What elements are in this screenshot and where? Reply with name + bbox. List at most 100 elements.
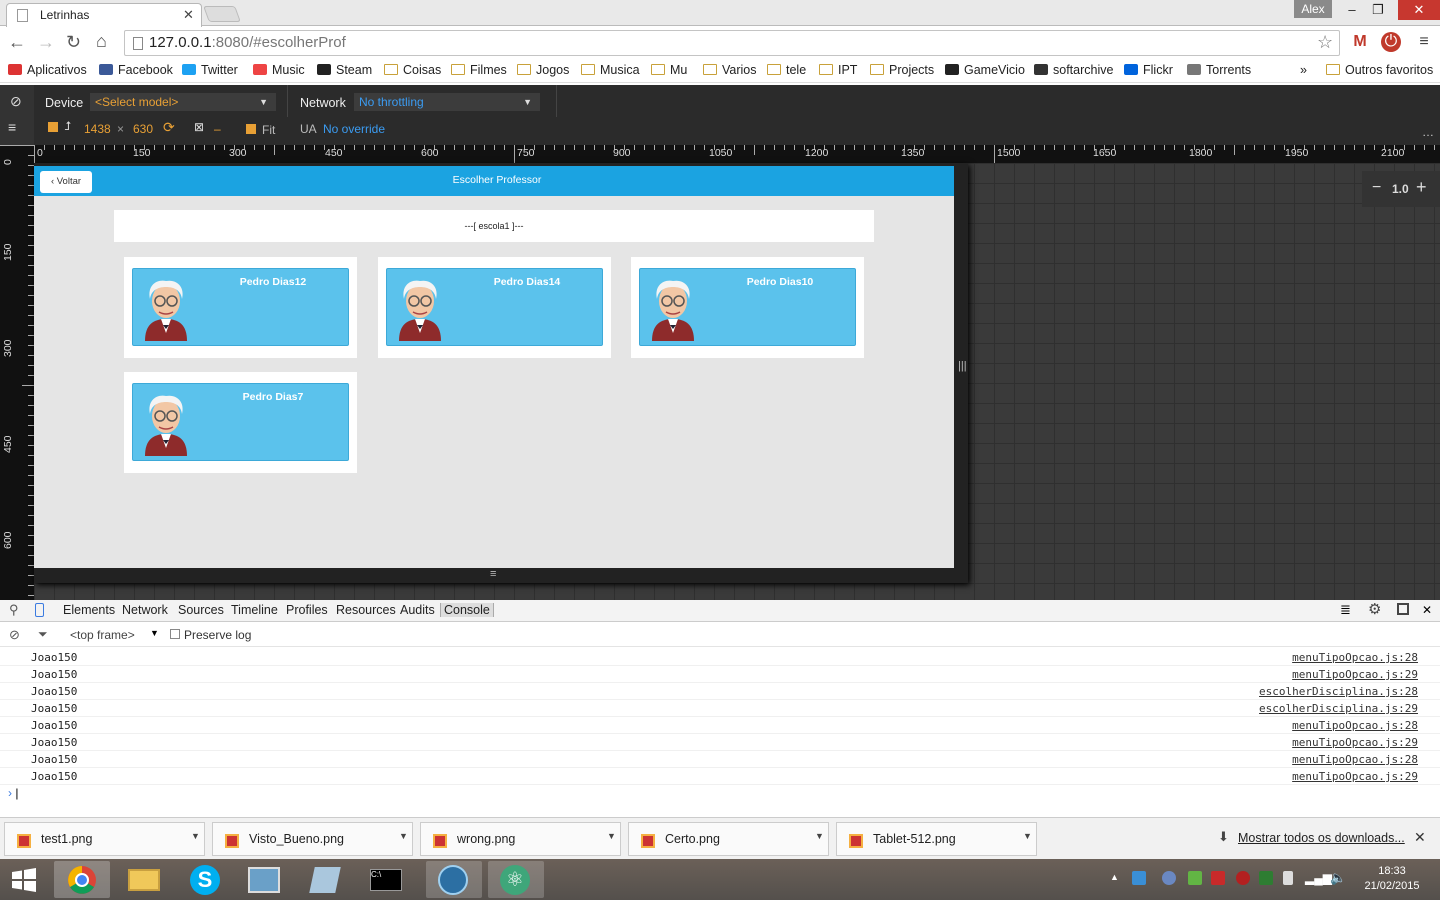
settings-gear-icon[interactable]: ⚙	[1368, 600, 1381, 618]
taskbar-chrome[interactable]	[54, 861, 110, 898]
power-extension-icon[interactable]: ⏻	[1381, 32, 1401, 52]
bookmark-filmes[interactable]: Filmes	[451, 63, 507, 77]
download-item[interactable]: Visto_Bueno.png ▼	[212, 822, 413, 856]
close-download-shelf-icon[interactable]: ✕	[1414, 829, 1426, 846]
more-options-icon[interactable]: …	[1422, 125, 1434, 139]
devtools-tab-timeline[interactable]: Timeline	[231, 603, 278, 617]
bookmark-flickr[interactable]: Flickr	[1124, 63, 1173, 77]
close-devtools-icon[interactable]: ✕	[1422, 603, 1432, 617]
bookmark-other-favorites[interactable]: Outros favoritos	[1326, 63, 1433, 77]
bookmarks-more-button[interactable]: »	[1300, 63, 1307, 77]
back-icon[interactable]: ←	[8, 32, 26, 53]
console-source-link[interactable]: menuTipoOpcao.js:28	[1292, 719, 1418, 732]
device-width-input[interactable]: 1438	[84, 122, 111, 136]
teacher-card-inner[interactable]: Pedro Dias10	[639, 268, 856, 346]
taskbar-clock[interactable]: 18:33 21/02/2015	[1360, 864, 1424, 894]
taskbar-photos[interactable]	[236, 861, 292, 898]
bookmark-twitter[interactable]: Twitter	[182, 63, 238, 77]
tray-signal-icon[interactable]: ▂▄▆	[1305, 871, 1332, 885]
clear-console-icon[interactable]: ⊘	[9, 627, 20, 643]
devtools-tab-network[interactable]: Network	[122, 603, 168, 617]
home-icon[interactable]: ⌂	[96, 31, 107, 52]
bookmark-facebook[interactable]: Facebook	[99, 63, 173, 77]
teacher-card[interactable]: Pedro Dias12	[124, 257, 357, 358]
tab-letrinhas[interactable]: Letrinhas ✕	[6, 3, 202, 27]
zoom-in-button[interactable]: +	[1416, 177, 1427, 198]
device-height-input[interactable]: 630	[133, 122, 153, 136]
bookmark-star-icon[interactable]: ☆	[1317, 32, 1333, 53]
minimize-button[interactable]: –	[1338, 0, 1366, 20]
drawer-toggle-icon[interactable]: ≣	[1340, 602, 1351, 618]
tray-expand-icon[interactable]: ▲	[1110, 872, 1119, 882]
tray-app2-icon[interactable]	[1188, 871, 1202, 885]
bookmark-aplicativos[interactable]: Aplicativos	[8, 63, 87, 77]
taskbar-atom[interactable]: ⚛	[488, 861, 544, 898]
tray-app3-icon[interactable]	[1211, 871, 1225, 885]
taskbar-cmd[interactable]: C:\	[358, 861, 414, 898]
devtools-tab-elements[interactable]: Elements	[63, 603, 115, 617]
bookmark-jogos[interactable]: Jogos	[517, 63, 569, 77]
download-item[interactable]: Certo.png ▼	[628, 822, 829, 856]
forward-icon[interactable]: →	[37, 32, 55, 53]
teacher-card-inner[interactable]: Pedro Dias7	[132, 383, 349, 461]
frame-dropdown-icon[interactable]: ▼	[150, 628, 159, 638]
download-item[interactable]: test1.png ▼	[4, 822, 205, 856]
download-item[interactable]: Tablet-512.png ▼	[836, 822, 1037, 856]
inspect-search-icon[interactable]: ⚲	[9, 602, 19, 618]
bookmark-coisas[interactable]: Coisas	[384, 63, 441, 77]
pixel-ratio-value[interactable]: –	[214, 122, 221, 136]
gmail-extension-icon[interactable]: M	[1350, 32, 1370, 52]
console-source-link[interactable]: escolherDisciplina.js:29	[1259, 702, 1418, 715]
tray-network-app-icon[interactable]	[1132, 871, 1146, 885]
menu-icon[interactable]: ≡	[1414, 32, 1434, 52]
teacher-card-inner[interactable]: Pedro Dias14	[386, 268, 603, 346]
bookmark-softarchive[interactable]: softarchive	[1034, 63, 1113, 77]
devtools-tab-audits[interactable]: Audits	[400, 603, 435, 617]
zoom-out-button[interactable]: −	[1372, 179, 1381, 197]
bookmark-mu[interactable]: Mu	[651, 63, 687, 77]
console-source-link[interactable]: menuTipoOpcao.js:29	[1292, 770, 1418, 783]
teacher-card-inner[interactable]: Pedro Dias12	[132, 268, 349, 346]
start-button[interactable]	[10, 867, 38, 893]
dock-side-icon[interactable]	[1397, 603, 1409, 615]
teacher-card[interactable]: Pedro Dias7	[124, 372, 357, 473]
bookmark-music[interactable]: Music	[253, 63, 305, 77]
bookmark-tele[interactable]: tele	[767, 63, 806, 77]
taskbar-skype[interactable]: S	[178, 861, 234, 898]
disable-device-mode-icon[interactable]: ⊘	[10, 93, 22, 110]
devtools-tab-console[interactable]: Console	[440, 603, 494, 617]
swap-dimensions-icon[interactable]: ⟳	[163, 119, 175, 136]
preserve-log-checkbox[interactable]	[170, 629, 180, 639]
taskbar-explorer[interactable]	[116, 861, 172, 898]
tray-volume-icon[interactable]: 🔈	[1330, 870, 1346, 886]
console-source-link[interactable]: menuTipoOpcao.js:28	[1292, 753, 1418, 766]
bookmark-musica[interactable]: Musica	[581, 63, 640, 77]
restore-button[interactable]: ❐	[1364, 0, 1392, 20]
fit-checkbox[interactable]	[246, 124, 256, 134]
window-close-button[interactable]: ✕	[1398, 0, 1440, 20]
bookmark-gamevicio[interactable]: GameVicio	[945, 63, 1025, 77]
tray-nvidia-icon[interactable]	[1259, 871, 1273, 885]
device-model-select[interactable]: <Select model> ▼	[90, 93, 276, 111]
devtools-tab-profiles[interactable]: Profiles	[286, 603, 328, 617]
console-prompt[interactable]: › |	[8, 786, 18, 800]
address-bar[interactable]: 127.0.0.1:8080/#escolherProf ☆	[124, 30, 1340, 56]
devtools-tab-resources[interactable]: Resources	[336, 603, 396, 617]
profile-button[interactable]: Alex	[1294, 0, 1332, 18]
bookmark-steam[interactable]: Steam	[317, 63, 372, 77]
teacher-card[interactable]: Pedro Dias10	[631, 257, 864, 358]
download-menu-arrow-icon[interactable]: ▼	[191, 831, 200, 841]
device-mode-toggle-icon[interactable]	[35, 603, 44, 617]
bookmark-ipt[interactable]: IPT	[819, 63, 857, 77]
resize-handle-vertical[interactable]: |||	[958, 360, 967, 372]
resize-handle-horizontal[interactable]: ≡	[490, 568, 496, 580]
bookmark-varios[interactable]: Varios	[703, 63, 757, 77]
user-agent-value[interactable]: No override	[323, 122, 385, 136]
console-source-link[interactable]: menuTipoOpcao.js:29	[1292, 668, 1418, 681]
download-menu-arrow-icon[interactable]: ▼	[607, 831, 616, 841]
download-menu-arrow-icon[interactable]: ▼	[399, 831, 408, 841]
resolution-checkbox[interactable]	[48, 122, 58, 132]
taskbar-sourcetree[interactable]	[426, 861, 482, 898]
tray-app-icon[interactable]	[1162, 871, 1176, 885]
network-throttling-select[interactable]: No throttling ▼	[354, 93, 540, 111]
